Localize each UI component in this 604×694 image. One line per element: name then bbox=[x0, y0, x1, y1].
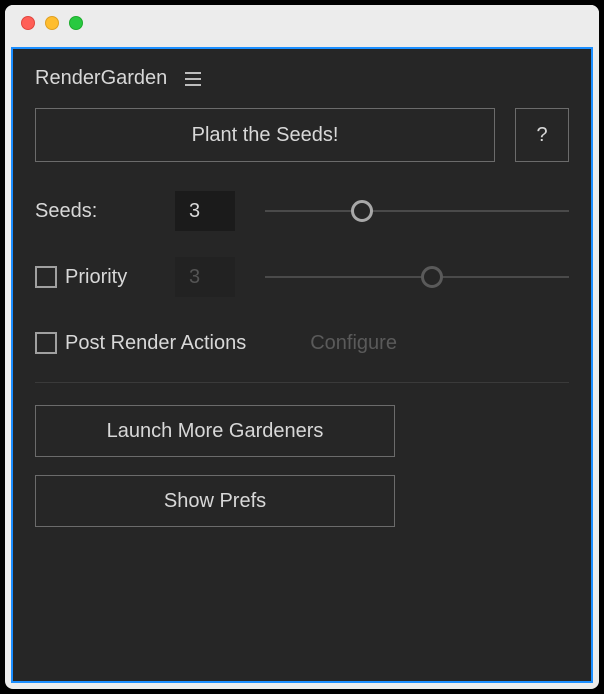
seeds-input[interactable] bbox=[175, 191, 235, 231]
menu-icon[interactable] bbox=[185, 72, 201, 86]
post-render-checkbox[interactable] bbox=[35, 332, 57, 354]
show-prefs-button[interactable]: Show Prefs bbox=[35, 475, 395, 527]
priority-row: Priority bbox=[35, 252, 569, 302]
seeds-row: Seeds: bbox=[35, 186, 569, 236]
priority-slider-thumb bbox=[421, 266, 443, 288]
priority-checkbox[interactable] bbox=[35, 266, 57, 288]
help-button[interactable]: ? bbox=[515, 108, 569, 162]
plant-seeds-button[interactable]: Plant the Seeds! bbox=[35, 108, 495, 162]
post-render-label: Post Render Actions bbox=[65, 332, 246, 355]
launch-gardeners-button[interactable]: Launch More Gardeners bbox=[35, 405, 395, 457]
minimize-icon[interactable] bbox=[45, 16, 59, 30]
post-render-row: Post Render Actions Configure bbox=[35, 318, 569, 368]
priority-label: Priority bbox=[65, 266, 127, 289]
panel-title: RenderGarden bbox=[35, 67, 167, 90]
close-icon[interactable] bbox=[21, 16, 35, 30]
priority-input bbox=[175, 257, 235, 297]
main-panel: RenderGarden Plant the Seeds! ? Seeds: bbox=[11, 47, 593, 683]
priority-slider bbox=[265, 265, 569, 289]
configure-button: Configure bbox=[284, 320, 423, 366]
divider bbox=[35, 382, 569, 383]
seeds-slider-thumb[interactable] bbox=[351, 200, 373, 222]
panel-header: RenderGarden bbox=[13, 49, 591, 104]
seeds-slider[interactable] bbox=[265, 199, 569, 223]
maximize-icon[interactable] bbox=[69, 16, 83, 30]
titlebar bbox=[5, 5, 599, 41]
seeds-label: Seeds: bbox=[35, 200, 97, 223]
app-window: RenderGarden Plant the Seeds! ? Seeds: bbox=[5, 5, 599, 689]
panel-content: Plant the Seeds! ? Seeds: Priority bbox=[13, 104, 591, 567]
